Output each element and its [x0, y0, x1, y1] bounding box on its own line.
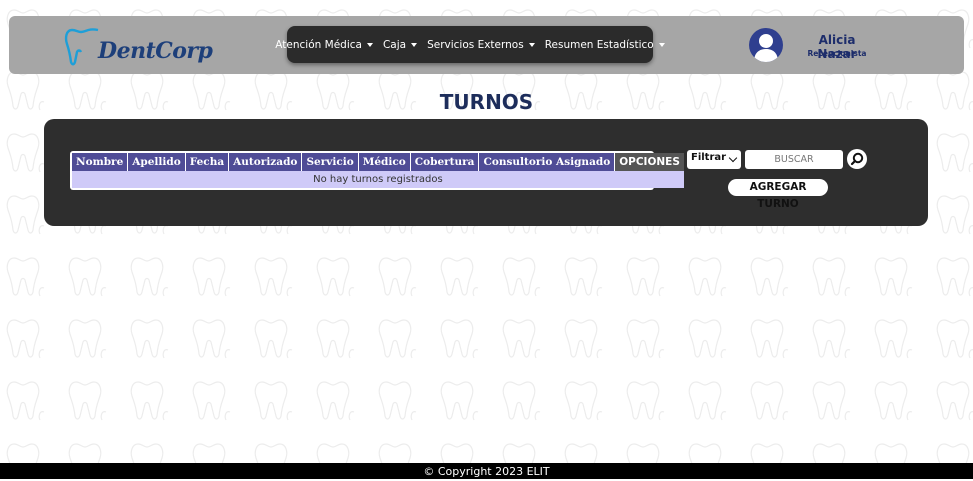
page-title: TURNOS: [439, 90, 534, 114]
table-header-row: Nombre Apellido Fecha Autorizado Servici…: [72, 153, 684, 171]
column-header-fecha[interactable]: Fecha: [185, 153, 230, 171]
menu-label: Caja: [382, 38, 407, 51]
brand-logo[interactable]: DentCorp: [64, 24, 213, 66]
top-navbar: DentCorp Atención Médica Caja Servicios …: [9, 16, 964, 74]
column-header-cobertura[interactable]: Cobertura: [410, 153, 480, 171]
menu-servicios-externos[interactable]: Servicios Externos: [427, 39, 535, 51]
chevron-down-icon: [728, 153, 738, 163]
caret-down-icon: [528, 42, 535, 47]
appointments-table: Nombre Apellido Fecha Autorizado Servici…: [72, 153, 684, 188]
search-icon: [850, 152, 864, 166]
column-header-opciones: OPCIONES: [614, 153, 684, 171]
caret-down-icon: [411, 42, 418, 47]
add-appointment-button[interactable]: AGREGAR TURNO: [728, 179, 828, 210]
column-header-consultorio[interactable]: Consultorio Asignado: [478, 153, 616, 171]
user-role: Recepcionista: [807, 49, 867, 58]
brand-name: DentCorp: [98, 38, 213, 64]
appointments-panel: Nombre Apellido Fecha Autorizado Servici…: [44, 119, 928, 226]
menu-caja[interactable]: Caja: [382, 38, 418, 51]
column-header-nombre[interactable]: Nombre: [72, 153, 129, 171]
filter-select[interactable]: Filtrar: [687, 150, 741, 169]
user-avatar-icon: [749, 28, 783, 62]
appointments-table-container: Nombre Apellido Fecha Autorizado Servici…: [70, 151, 684, 190]
empty-table-message: No hay turnos registrados: [72, 171, 684, 188]
menu-atencion-medica[interactable]: Atención Médica: [275, 39, 373, 51]
menu-label: Atención Médica: [275, 38, 362, 51]
caret-down-icon: [366, 42, 373, 47]
search-button[interactable]: [847, 149, 867, 169]
caret-down-icon: [658, 42, 665, 47]
column-header-medico[interactable]: Médico: [358, 153, 411, 171]
table-row: No hay turnos registrados: [72, 171, 684, 188]
menu-label: Servicios Externos: [427, 38, 524, 51]
menu-label: Resumen Estadístico: [544, 38, 654, 51]
main-menu: Atención Médica Caja Servicios Externos …: [275, 26, 665, 63]
menu-resumen-estadistico[interactable]: Resumen Estadístico: [545, 39, 665, 51]
search-input[interactable]: [745, 150, 843, 169]
footer-copyright: © Copyright 2023 ELIT: [0, 463, 973, 479]
column-header-servicio[interactable]: Servicio: [301, 153, 359, 171]
column-header-apellido[interactable]: Apellido: [127, 153, 186, 171]
user-profile[interactable]: Alicia Nazar Recepcionista: [749, 27, 949, 63]
filter-label: Filtrar: [691, 152, 727, 163]
column-header-autorizado[interactable]: Autorizado: [228, 153, 303, 171]
